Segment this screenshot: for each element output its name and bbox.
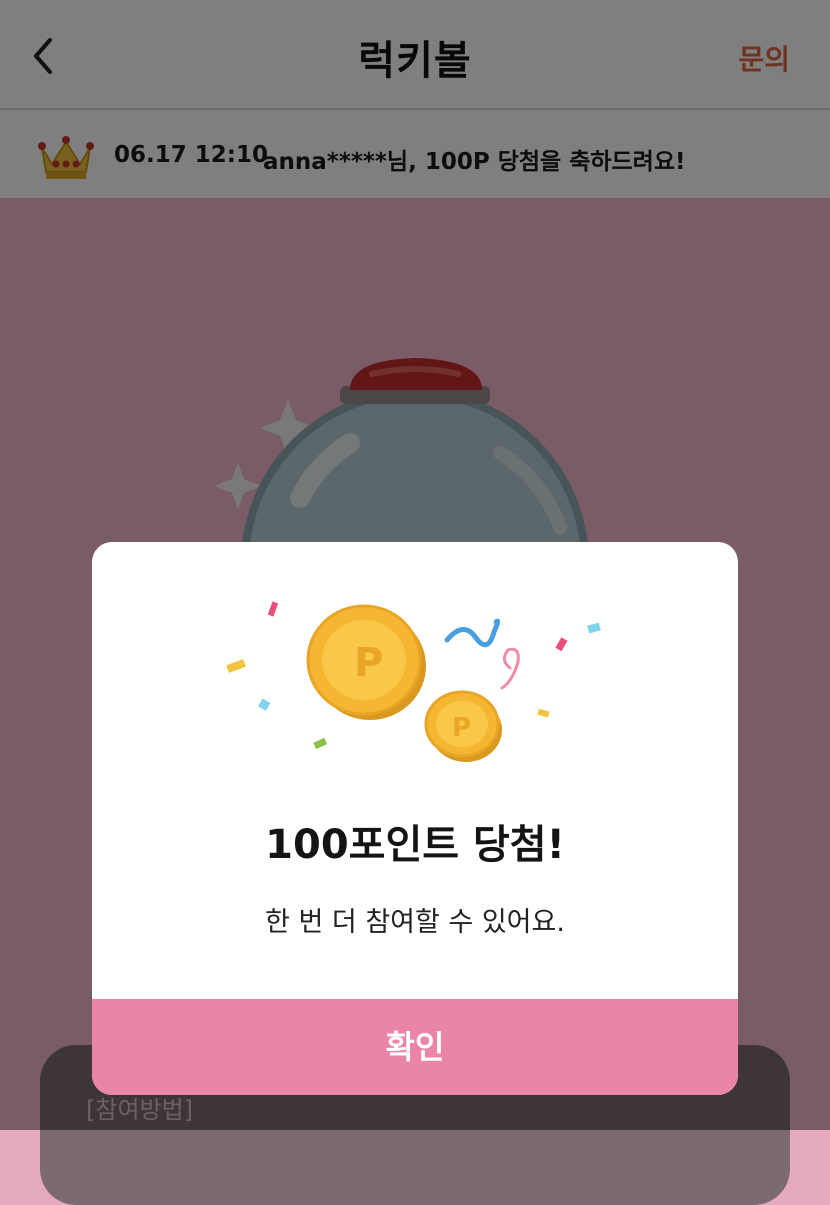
svg-text:P: P — [354, 640, 383, 686]
svg-text:P: P — [452, 713, 471, 743]
confirm-button[interactable]: 확인 — [92, 999, 738, 1095]
result-dialog: P P 100포인트 당첨! 한 번 더 참여할 수 있어요. 확인 — [92, 542, 738, 1095]
coin-icon: P — [424, 690, 502, 762]
coins-illustration: P P — [226, 601, 601, 762]
coin-icon: P — [306, 604, 426, 720]
result-title: 100포인트 당첨! — [265, 822, 565, 868]
result-message: 한 번 더 참여할 수 있어요. — [265, 907, 565, 938]
